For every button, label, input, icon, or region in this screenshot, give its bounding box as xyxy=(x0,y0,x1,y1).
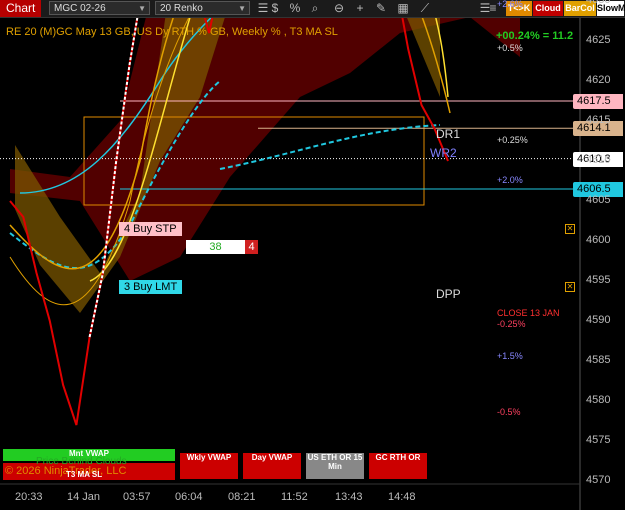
close-order-icon[interactable]: ✕ xyxy=(565,282,575,292)
grid-icon[interactable]: ▦ xyxy=(394,1,412,16)
buy-stop-order-label[interactable]: 4 Buy STP xyxy=(119,222,182,236)
x-tick-label: 06:04 xyxy=(175,491,203,503)
close-order-icon[interactable]: ✕ xyxy=(565,224,575,234)
dollar-icon[interactable]: $ xyxy=(266,1,284,16)
y-tick-label: 4605 xyxy=(586,194,611,206)
position-count-box[interactable]: 4 xyxy=(245,240,258,254)
y-tick-label: 4570 xyxy=(586,474,611,486)
close-label: CLOSE 13 JAN xyxy=(497,308,560,318)
y-tick-label: 4625 xyxy=(586,34,611,46)
y-tick-label: 4575 xyxy=(586,434,611,446)
y-tick-label: 4590 xyxy=(586,314,611,326)
y-tick-label: 4620 xyxy=(586,74,611,86)
position-qty-box[interactable]: 38 xyxy=(186,240,245,254)
watermark-text: Price Behind Clouds xyxy=(36,456,127,467)
dpp-label: DPP xyxy=(436,287,461,301)
zoom-out-icon[interactable]: ⊖ xyxy=(330,1,348,16)
legend-wkly-vwap: Wkly VWAP xyxy=(180,453,238,479)
x-tick-label: 14 Jan xyxy=(67,491,101,503)
percent-level-label: -0.5% xyxy=(497,407,521,417)
crosshair-icon[interactable]: + xyxy=(351,1,369,16)
buy-limit-order-label[interactable]: 3 Buy LMT xyxy=(119,280,183,294)
performance-label: +00.24% = 11.2 xyxy=(496,30,574,42)
chevron-down-icon: ▼ xyxy=(138,4,146,13)
percent-icon[interactable]: % xyxy=(286,1,304,16)
chart-header: RE 20 (M)GC May 13 GB, US Dy RTH % GB, W… xyxy=(6,26,338,38)
price-chart[interactable] xyxy=(0,18,625,510)
percent-level-label: -0.25% xyxy=(497,319,526,329)
percent-level-label: +0.25% xyxy=(497,135,528,145)
chart-window-title: Chart xyxy=(0,0,42,17)
draw-icon[interactable]: ✎ xyxy=(372,1,390,16)
legend-gc-rth-or: GC RTH OR xyxy=(369,453,427,479)
y-tick-label: 4630 xyxy=(586,0,611,6)
percent-level-label: +2.0% xyxy=(497,175,523,185)
toolbar-btn-cloud[interactable]: Cloud xyxy=(533,1,563,16)
x-tick-label: 11:52 xyxy=(281,491,308,503)
instrument-value: MGC 02-26 xyxy=(54,3,106,14)
percent-level-label: +1.5% xyxy=(497,351,523,361)
interval-selector[interactable]: 20 Renko ▼ xyxy=(155,1,250,15)
y-tick-label: 4585 xyxy=(586,354,611,366)
chevron-down-icon: ▼ xyxy=(238,4,246,13)
instrument-selector[interactable]: MGC 02-26 ▼ xyxy=(49,1,150,15)
zoom-icon[interactable]: ⌕ xyxy=(306,1,324,16)
chart-toolbar: Chart MGC 02-26 ▼ 20 Renko ▼ ☰ $ % ⌕ ⊖ + ✎… xyxy=(0,0,625,18)
draw-tools-icon[interactable]: ⟋ xyxy=(416,1,434,16)
interval-value: 20 Renko xyxy=(160,3,203,14)
price-tag: 4617.5 xyxy=(573,94,623,109)
y-tick-label: 4600 xyxy=(586,234,611,246)
legend-us-eth-or: US ETH OR 15 Min xyxy=(306,453,364,479)
legend-t3-label: T3 MA SL xyxy=(66,470,103,479)
y-tick-label: 4580 xyxy=(586,394,611,406)
legend-day-vwap: Day VWAP xyxy=(243,453,301,479)
wr2-label: WR2 xyxy=(430,146,457,160)
x-tick-label: 20:33 xyxy=(15,491,43,503)
y-tick-label: 4615 xyxy=(586,114,611,126)
x-tick-label: 08:21 xyxy=(228,491,256,503)
y-tick-label: 4595 xyxy=(586,274,611,286)
percent-level-label: +0.5% xyxy=(497,43,523,53)
x-tick-label: 14:48 xyxy=(388,491,416,503)
y-tick-label: 4610 xyxy=(586,154,611,166)
x-tick-label: 03:57 xyxy=(123,491,151,503)
percent-level-label: +2.6% xyxy=(497,0,523,9)
dr1-label: DR1 xyxy=(436,127,461,141)
x-tick-label: 13:43 xyxy=(335,491,363,503)
